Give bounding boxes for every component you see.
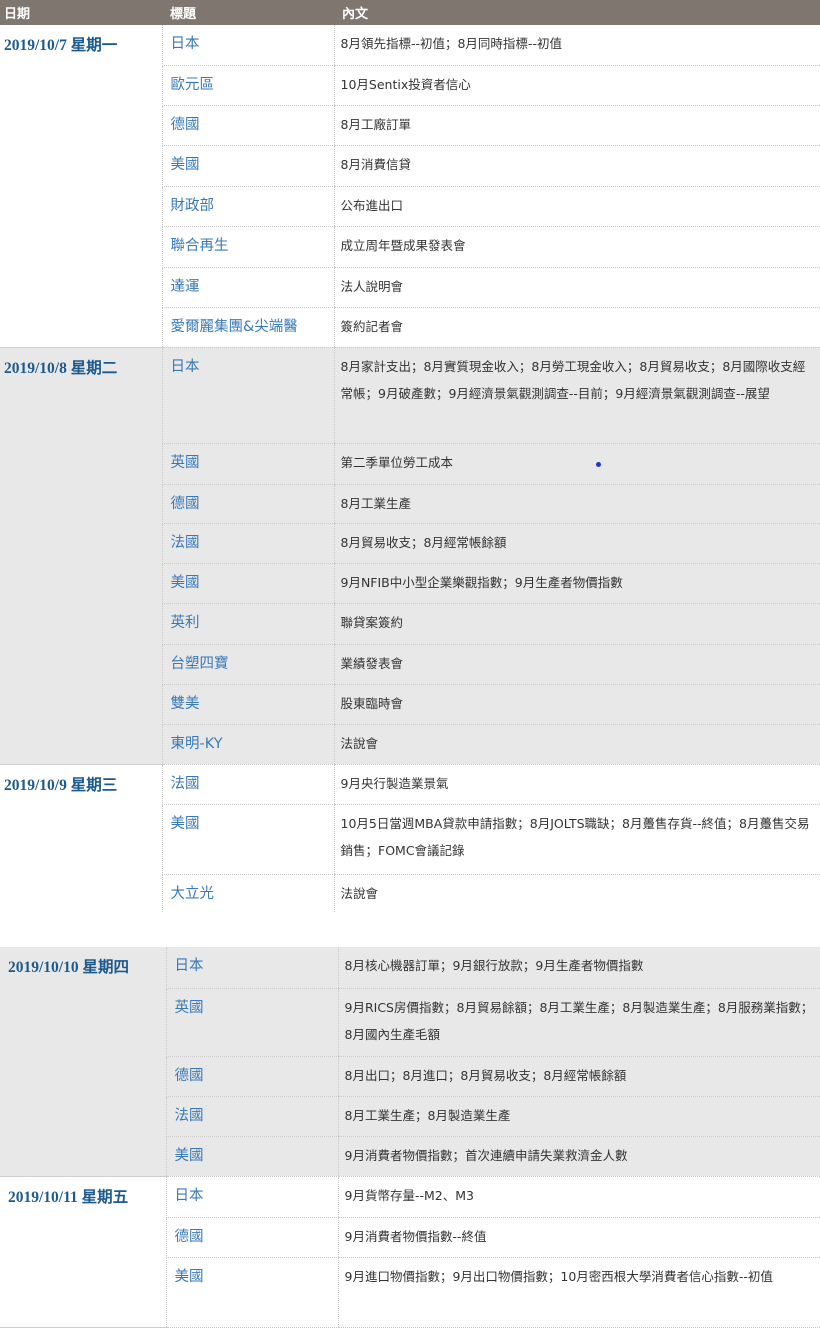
title-cell[interactable]: 美國 [161, 563, 334, 604]
content-cell: 9月消費者物價指數--終值 [337, 1217, 820, 1258]
content-cell: 8月工廠訂單 [333, 105, 820, 146]
content-cell: 8月核心機器訂單；9月銀行放款；9月生產者物價指數 [337, 947, 820, 989]
content-cell: 法說會 [333, 874, 820, 912]
title-cell[interactable]: 德國 [165, 1056, 338, 1097]
title-cell[interactable]: 法國 [161, 764, 334, 805]
table-row: 2019/10/7 星期一 日本 8月領先指標--初值；8月同時指標--初值 [0, 25, 820, 348]
table-row: 2019/10/9 星期三 法國 9月央行製造業景氣 [0, 764, 820, 805]
title-cell[interactable]: 德國 [165, 1217, 338, 1258]
content-cell: 股東臨時會 [333, 684, 820, 725]
content-cell: 成立周年暨成果發表會 [333, 226, 820, 268]
table-row: 2019/10/10 星期四 日本 8月核心機器訂單；9月銀行放款；9月生產者物… [0, 947, 820, 1177]
title-cell[interactable]: 東明-KY [161, 724, 334, 765]
title-cell[interactable]: 聯合再生 [161, 226, 334, 268]
title-cell[interactable]: 雙美 [161, 684, 334, 725]
content-cell: 8月家計支出；8月實質現金收入；8月勞工現金收入；8月貿易收支；8月國際收支經常… [333, 347, 820, 444]
stray-dot [596, 462, 601, 467]
title-cell[interactable]: 英國 [161, 443, 334, 485]
content-cell: 8月工業生產 [333, 484, 820, 524]
title-cell[interactable]: 愛爾麗集團&尖端醫 [161, 307, 334, 348]
content-cell: 8月工業生產；8月製造業生產 [337, 1096, 820, 1137]
date-cell: 2019/10/10 星期四 [0, 947, 166, 1177]
content-cell: 法說會 [333, 724, 820, 765]
content-cell: 9月央行製造業景氣 [333, 764, 820, 805]
title-cell[interactable]: 英國 [165, 988, 338, 1057]
date-cell: 2019/10/7 星期一 [0, 25, 162, 348]
content-cell: 8月出口；8月進口；8月貿易收支；8月經常帳餘額 [337, 1056, 820, 1097]
header-content: 內文 [334, 0, 820, 25]
content-cell: 9月RICS房價指數；8月貿易餘額；8月工業生產；8月製造業生產；8月服務業指數… [337, 988, 820, 1057]
title-cell[interactable]: 德國 [161, 105, 334, 146]
date-cell: 2019/10/8 星期二 [0, 347, 162, 765]
title-cell[interactable]: 歐元區 [161, 65, 334, 106]
content-cell: 9月貨幣存量--M2、M3 [337, 1176, 820, 1218]
content-cell: 10月5日當週MBA貸款申請指數；8月JOLTS職缺；8月躉售存貨--終值；8月… [333, 804, 820, 875]
content-cell: 8月消費信貸 [333, 145, 820, 187]
title-cell[interactable]: 大立光 [161, 874, 334, 912]
title-cell[interactable]: 達運 [161, 267, 334, 308]
content-cell: 9月消費者物價指數；首次連續申請失業救濟金人數 [337, 1136, 820, 1177]
content-cell: 公布進出口 [333, 186, 820, 227]
date-cell: 2019/10/9 星期三 [4, 776, 118, 794]
content-cell: 聯貸案簽約 [333, 603, 820, 645]
title-cell[interactable]: 美國 [161, 145, 334, 187]
content-cell: 10月Sentix投資者信心 [333, 65, 820, 106]
title-cell[interactable]: 德國 [161, 484, 334, 524]
content-cell: 第二季單位勞工成本 [333, 443, 820, 485]
content-cell: 9月NFIB中小型企業樂觀指數；9月生產者物價指數 [333, 563, 820, 604]
content-cell: 8月貿易收支；8月經常帳餘額 [333, 523, 820, 564]
title-cell[interactable]: 台塑四寶 [161, 644, 334, 685]
title-cell[interactable]: 日本 [161, 25, 334, 66]
title-cell[interactable]: 美國 [165, 1257, 338, 1328]
title-cell[interactable]: 美國 [161, 804, 334, 875]
table-row: 2019/10/8 星期二 日本 8月家計支出；8月實質現金收入；8月勞工現金收… [0, 347, 820, 765]
table-row: 2019/10/11 星期五 日本 9月貨幣存量--M2、M3 [0, 1176, 820, 1328]
title-cell[interactable]: 日本 [165, 947, 338, 989]
title-cell[interactable]: 日本 [161, 347, 334, 444]
title-cell[interactable]: 日本 [165, 1176, 338, 1218]
content-cell: 簽約記者會 [333, 307, 820, 348]
calendar-table: 日期 標題 內文 2019/10/7 星期一 日本 8月領先指標--初值；8月同… [0, 0, 820, 912]
content-cell: 法人說明會 [333, 267, 820, 308]
calendar-table-continued: 2019/10/10 星期四 日本 8月核心機器訂單；9月銀行放款；9月生產者物… [0, 947, 820, 1328]
date-cell: 2019/10/11 星期五 [0, 1176, 166, 1328]
content-cell: 8月領先指標--初值；8月同時指標--初值 [333, 25, 820, 66]
content-cell: 9月進口物價指數；9月出口物價指數；10月密西根大學消費者信心指數--初值 [337, 1257, 820, 1328]
title-cell[interactable]: 法國 [161, 523, 334, 564]
header-row: 日期 標題 內文 [0, 0, 820, 25]
header-title: 標題 [162, 0, 334, 25]
header-date: 日期 [0, 0, 162, 25]
title-cell[interactable]: 英利 [161, 603, 334, 645]
title-cell[interactable]: 美國 [165, 1136, 338, 1177]
title-cell[interactable]: 法國 [165, 1096, 338, 1137]
title-cell[interactable]: 財政部 [161, 186, 334, 227]
content-cell: 業績發表會 [333, 644, 820, 685]
